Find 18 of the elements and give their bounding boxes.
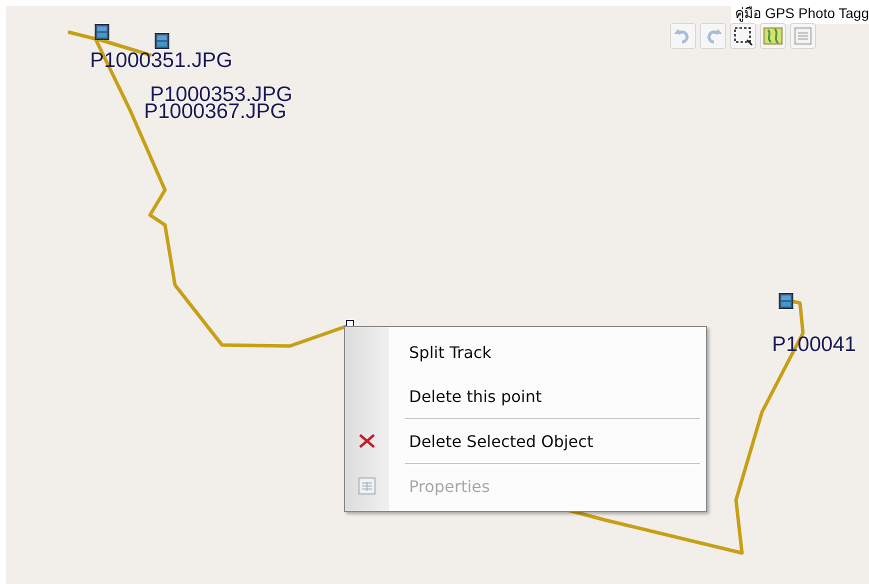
- delete-icon: [359, 434, 375, 448]
- map-icon: [763, 26, 783, 46]
- menu-item-label: Split Track: [409, 342, 492, 362]
- photo-label: P1000367.JPG: [144, 101, 286, 122]
- menu-item-label: Delete Selected Object: [409, 432, 594, 450]
- menu-item[interactable]: Delete this point: [345, 374, 706, 418]
- selection-icon: [733, 26, 753, 46]
- photo-icon[interactable]: [778, 293, 794, 309]
- menu-item-label: Properties: [409, 476, 490, 496]
- window-title: คู่มือ GPS Photo Tagg: [731, 6, 869, 24]
- menu-item[interactable]: Split Track: [345, 330, 706, 374]
- list-icon: [793, 26, 813, 46]
- properties-icon: [358, 477, 376, 495]
- menu-item[interactable]: Delete Selected Object: [345, 419, 706, 463]
- toolbar-button[interactable]: [730, 23, 756, 49]
- menu-item-label: Delete this point: [409, 386, 542, 406]
- photo-icon[interactable]: [94, 24, 110, 40]
- photo-icon[interactable]: [154, 33, 170, 49]
